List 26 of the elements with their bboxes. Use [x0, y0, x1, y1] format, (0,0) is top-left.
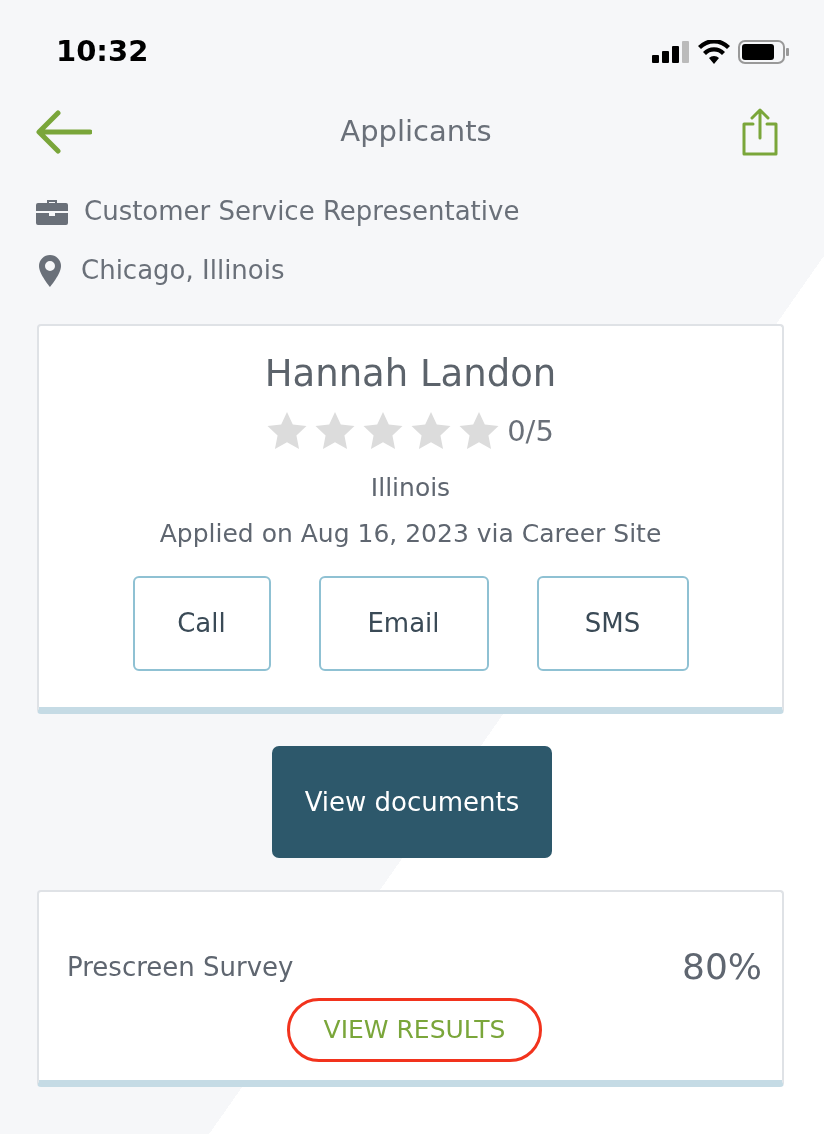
applied-info: Applied on Aug 16, 2023 via Career Site: [158, 517, 663, 550]
star-icon[interactable]: [315, 412, 356, 451]
job-title: Customer Service Representative: [84, 195, 520, 228]
star-icon[interactable]: [267, 412, 308, 451]
status-time: 10:32: [56, 33, 149, 71]
applicant-name: Hannah Landon: [263, 351, 558, 397]
wifi-icon: [698, 40, 730, 64]
contact-button[interactable]: Email: [318, 576, 489, 671]
star-icon[interactable]: [411, 412, 452, 451]
rating-text: 0/5: [507, 412, 554, 450]
signal-icon: [652, 41, 690, 63]
contact-button[interactable]: Call: [132, 576, 271, 671]
share-icon[interactable]: [740, 108, 780, 156]
survey-score: 80%: [682, 945, 762, 989]
star-icon[interactable]: [459, 412, 500, 451]
back-arrow-icon[interactable]: [36, 110, 92, 154]
star-icon[interactable]: [363, 412, 404, 451]
view-documents-button[interactable]: View documents: [272, 746, 552, 858]
contact-button[interactable]: SMS: [536, 576, 689, 671]
survey-name: Prescreen Survey: [67, 950, 294, 984]
briefcase-icon: [36, 198, 68, 225]
page-title: Applicants: [340, 113, 492, 151]
battery-icon: [738, 40, 790, 64]
location-pin-icon: [39, 254, 61, 287]
applicant-region: Illinois: [369, 472, 452, 504]
job-location: Chicago, Illinois: [81, 254, 285, 287]
